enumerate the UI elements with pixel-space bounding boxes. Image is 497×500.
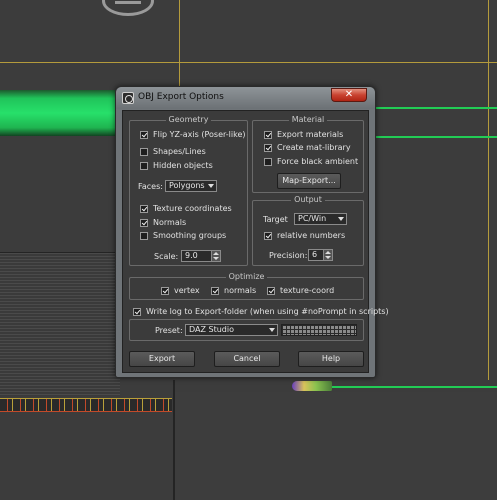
optimize-normals-checkbox[interactable]: normals — [211, 286, 256, 295]
title-bar[interactable]: OBJ Export Options ✕ — [116, 87, 375, 109]
checkbox-icon — [161, 286, 169, 295]
dialog-client-area: Geometry Flip YZ-axis (Poser-like) Shape… — [122, 110, 389, 373]
optimize-vertex-checkbox[interactable]: vertex — [161, 286, 200, 295]
texture-coordinates-checkbox[interactable]: Texture coordinates — [140, 204, 232, 213]
flip-yz-label: Flip YZ-axis (Poser-like) — [153, 130, 246, 139]
grid-line — [0, 62, 497, 63]
hidden-objects-checkbox[interactable]: Hidden objects — [140, 161, 213, 170]
checkbox-icon — [267, 286, 275, 295]
relative-numbers-label: relative numbers — [277, 231, 346, 240]
precision-value: 6 — [312, 250, 318, 259]
export-materials-label: Export materials — [277, 130, 344, 139]
green-line — [376, 136, 497, 138]
force-black-ambient-checkbox[interactable]: Force black ambient — [264, 157, 358, 166]
checkbox-icon — [140, 218, 148, 227]
optimize-normals-label: normals — [224, 286, 257, 295]
grid-line — [179, 0, 180, 90]
relative-numbers-checkbox[interactable]: relative numbers — [264, 231, 345, 240]
target-label: Target — [263, 215, 288, 224]
green-line — [376, 107, 497, 109]
export-materials-checkbox[interactable]: Export materials — [264, 130, 343, 139]
smoothing-groups-label: Smoothing groups — [153, 231, 227, 240]
target-dropdown[interactable]: PC/Win — [294, 213, 347, 225]
shapes-lines-label: Shapes/Lines — [153, 147, 206, 156]
checkbox-icon — [264, 157, 272, 166]
precision-label: Precision: — [269, 251, 308, 260]
create-mat-library-checkbox[interactable]: Create mat-library — [264, 143, 351, 152]
optimize-vertex-label: vertex — [174, 286, 200, 295]
checkbox-icon — [133, 307, 141, 316]
scale-value: 9.0 — [185, 251, 198, 260]
checkbox-icon — [140, 130, 148, 139]
checkbox-icon — [264, 130, 272, 139]
export-button[interactable]: Export — [129, 351, 195, 367]
viewport-gizmo-icon — [102, 0, 154, 16]
timeline-ruler — [0, 398, 172, 412]
scale-spinner[interactable]: 9.0 — [181, 250, 221, 262]
faces-dropdown[interactable]: Polygons — [165, 180, 217, 192]
checkbox-icon — [264, 143, 272, 152]
striped-panel — [0, 253, 120, 396]
flip-yz-checkbox[interactable]: Flip YZ-axis (Poser-like) — [140, 130, 246, 139]
geometry-group-title: Geometry — [165, 115, 212, 124]
precision-spinner[interactable]: 6 — [308, 249, 333, 261]
force-black-ambient-label: Force black ambient — [277, 157, 359, 166]
target-value: PC/Win — [298, 214, 327, 223]
faces-value: Polygons — [169, 181, 205, 190]
write-log-checkbox[interactable]: Write log to Export-folder (when using #… — [133, 307, 389, 316]
dialog-title: OBJ Export Options — [138, 92, 224, 102]
texture-coordinates-label: Texture coordinates — [153, 204, 232, 213]
cancel-button[interactable]: Cancel — [214, 351, 280, 367]
checkbox-icon — [140, 204, 148, 213]
optimize-texture-coord-checkbox[interactable]: texture-coord — [267, 286, 334, 295]
close-button[interactable]: ✕ — [331, 88, 367, 102]
geometry-group: Geometry — [129, 115, 248, 266]
spinner-arrows-icon[interactable] — [211, 251, 220, 261]
help-button[interactable]: Help — [298, 351, 364, 367]
chevron-down-icon — [269, 328, 275, 332]
checkbox-icon — [140, 231, 148, 240]
preset-value: DAZ Studio — [189, 325, 234, 334]
normals-checkbox[interactable]: Normals — [140, 218, 186, 227]
app-icon — [122, 92, 134, 104]
scale-label: Scale: — [154, 252, 179, 261]
grid-line — [488, 0, 489, 380]
map-export-button[interactable]: Map-Export... — [277, 173, 341, 189]
optimize-texture-coord-label: texture-coord — [280, 286, 335, 295]
write-log-label: Write log to Export-folder (when using #… — [146, 307, 389, 316]
viewport-bottom — [175, 392, 497, 500]
output-group-title: Output — [291, 195, 325, 204]
chevron-down-icon — [208, 184, 214, 188]
hidden-objects-label: Hidden objects — [153, 161, 213, 170]
create-mat-library-label: Create mat-library — [277, 143, 351, 152]
chevron-down-icon — [338, 217, 344, 221]
preset-dropdown[interactable]: DAZ Studio — [185, 324, 278, 336]
shapes-lines-checkbox[interactable]: Shapes/Lines — [140, 147, 206, 156]
checkbox-icon — [140, 147, 148, 156]
smoothing-groups-checkbox[interactable]: Smoothing groups — [140, 231, 226, 240]
checkbox-icon — [211, 286, 219, 295]
preset-label: Preset: — [155, 326, 183, 335]
checkbox-icon — [140, 161, 148, 170]
obj-export-options-dialog: OBJ Export Options ✕ Geometry Flip YZ-ax… — [115, 86, 389, 378]
green-object — [0, 90, 122, 136]
faces-label: Faces: — [138, 182, 163, 191]
material-group-title: Material — [288, 115, 328, 124]
preset-grid-icon[interactable] — [281, 324, 357, 336]
normals-label: Normals — [153, 218, 187, 227]
spinner-arrows-icon[interactable] — [323, 250, 332, 260]
green-line — [330, 386, 497, 388]
optimize-group-title: Optimize — [225, 272, 268, 281]
feather-object — [292, 381, 332, 391]
checkbox-icon — [264, 231, 272, 240]
